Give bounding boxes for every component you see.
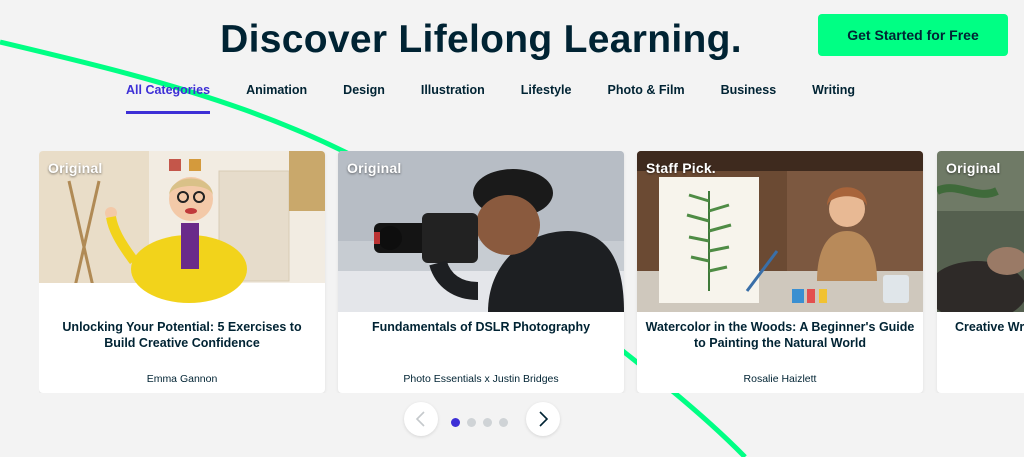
card-badge: Original xyxy=(946,160,1001,176)
chevron-left-icon xyxy=(415,411,425,427)
tab-animation[interactable]: Animation xyxy=(246,80,307,114)
card-author: Emma Gannon xyxy=(146,373,218,385)
get-started-button[interactable]: Get Started for Free xyxy=(818,14,1008,56)
card-badge: Original xyxy=(347,160,402,176)
category-tabs: All Categories Animation Design Illustra… xyxy=(126,80,891,116)
card-title: Fundamentals of DSLR Photography xyxy=(371,320,591,334)
tab-writing[interactable]: Writing xyxy=(812,80,855,114)
class-thumbnail: Original xyxy=(937,151,1024,312)
card-title: Watercolor in the Woods: A Beginner's Gu… xyxy=(645,320,915,350)
carousel-next-button[interactable] xyxy=(526,402,560,436)
class-thumbnail: Original xyxy=(39,151,325,312)
tab-lifestyle[interactable]: Lifestyle xyxy=(521,80,572,114)
class-thumbnail: Original xyxy=(338,151,624,312)
carousel-dot[interactable] xyxy=(467,418,476,427)
carousel-pager xyxy=(404,402,560,438)
card-title: Unlocking Your Potential: 5 Exercises to… xyxy=(62,320,302,350)
carousel-dot[interactable] xyxy=(499,418,508,427)
class-card[interactable]: Original Fundamentals of DSLR Photograph… xyxy=(338,151,624,393)
tab-all-categories[interactable]: All Categories xyxy=(126,80,211,114)
tab-photo-film[interactable]: Photo & Film xyxy=(607,80,684,114)
card-author: Photo Essentials x Justin Bridges xyxy=(403,373,559,385)
card-author: Rosalie Haizlett xyxy=(743,373,817,385)
card-badge: Original xyxy=(48,160,103,176)
class-carousel: Original Unlocking Your Potential: 5 Exe… xyxy=(39,151,1024,393)
carousel-dot[interactable] xyxy=(451,418,460,427)
card-badge: Staff Pick. xyxy=(646,160,716,176)
tab-design[interactable]: Design xyxy=(343,80,385,114)
tab-business[interactable]: Business xyxy=(721,80,777,114)
class-thumbnail: Staff Pick. xyxy=(637,151,923,312)
carousel-prev-button[interactable] xyxy=(404,402,438,436)
tab-illustration[interactable]: Illustration xyxy=(421,80,485,114)
class-card[interactable]: Staff Pick. Watercolor in the Woods: A B… xyxy=(637,151,923,393)
card-title: Creative Wr xyxy=(955,320,1024,334)
class-card[interactable]: Original Creative Wr xyxy=(937,151,1024,393)
carousel-dot[interactable] xyxy=(483,418,492,427)
class-card[interactable]: Original Unlocking Your Potential: 5 Exe… xyxy=(39,151,325,393)
chevron-right-icon xyxy=(539,411,549,427)
